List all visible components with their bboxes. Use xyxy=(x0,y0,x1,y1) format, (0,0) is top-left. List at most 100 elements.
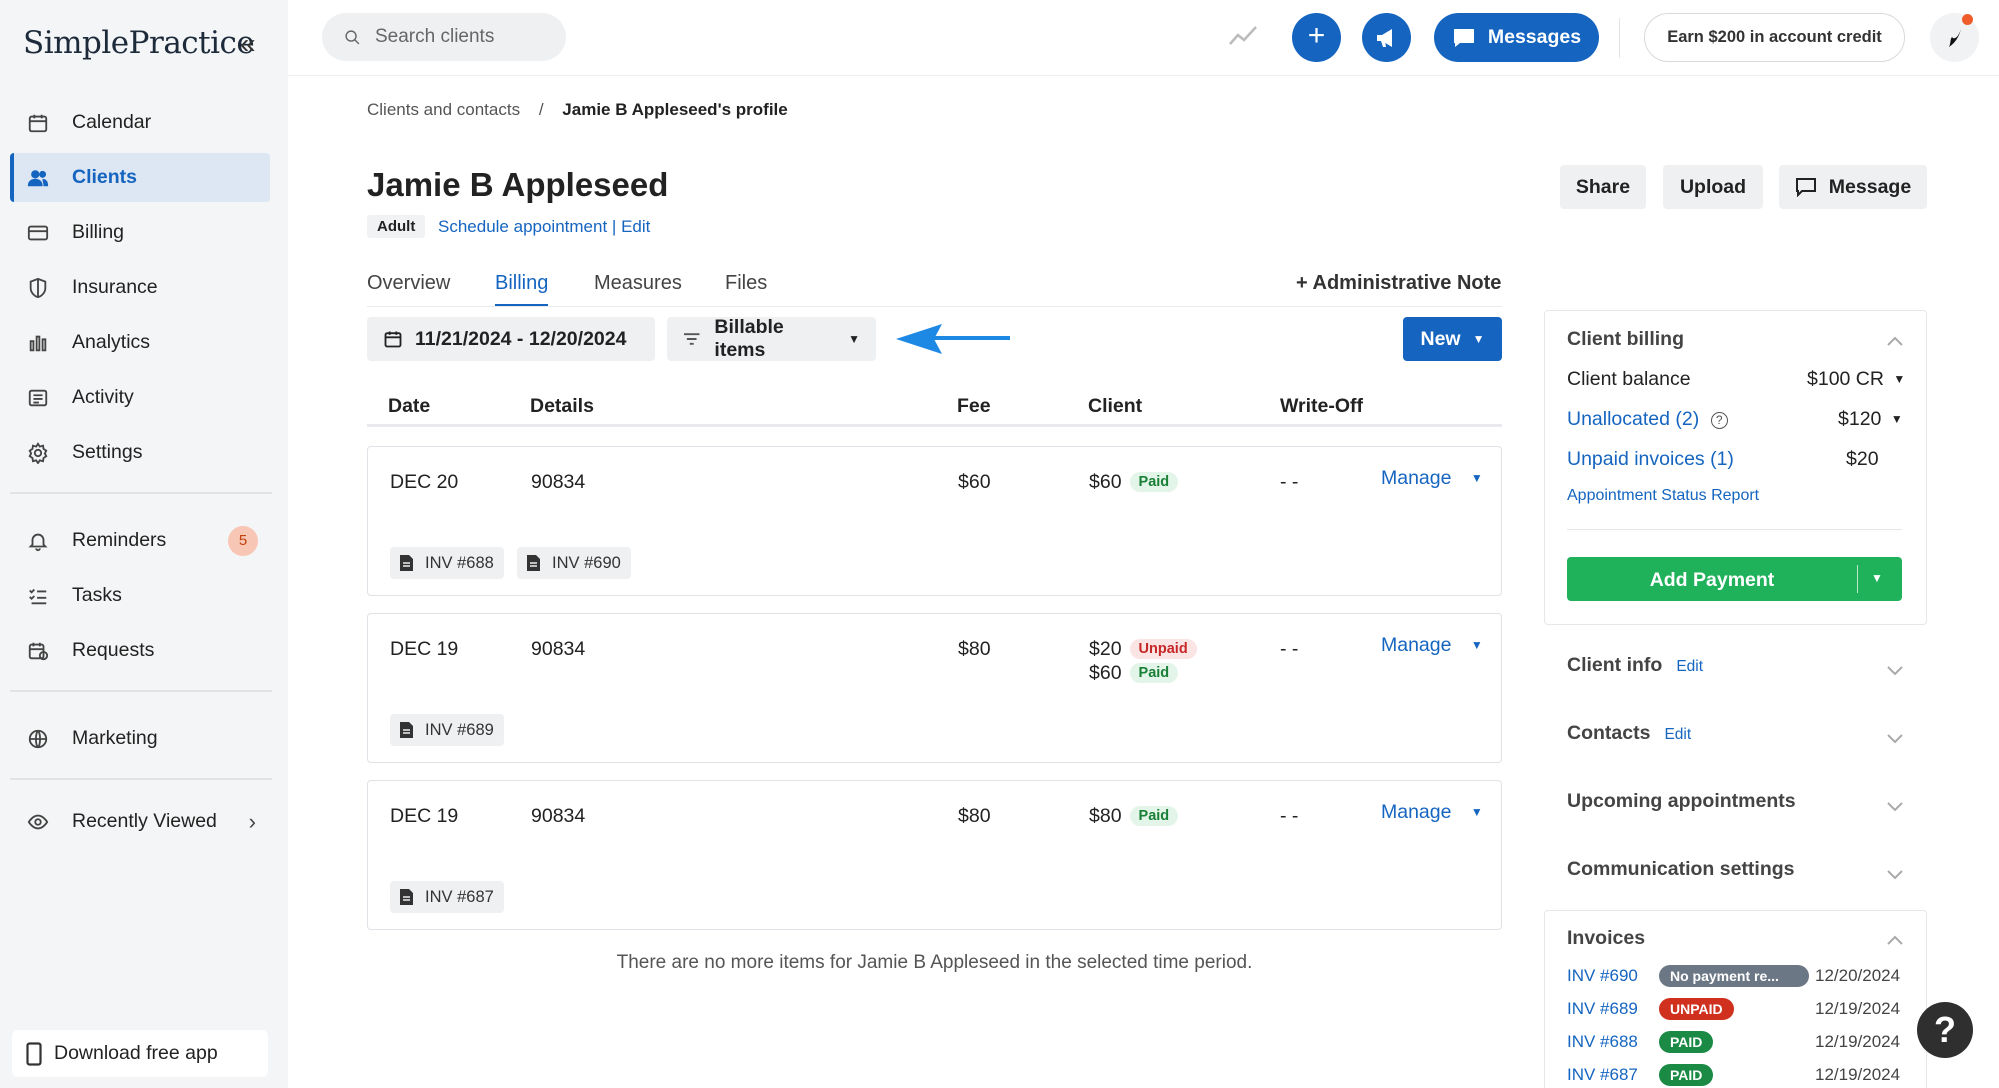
invoice-chip[interactable]: INV #688 xyxy=(390,547,504,579)
topbar-divider xyxy=(1619,18,1620,58)
billable-items-filter[interactable]: Billable items ▼ xyxy=(667,316,876,361)
sidebar-item-requests[interactable]: Requests xyxy=(10,626,270,675)
status-badge: Paid xyxy=(1129,663,1179,683)
upcoming-appointments-section[interactable]: Upcoming appointments xyxy=(1567,790,1796,813)
chevron-down-icon[interactable] xyxy=(1887,728,1903,744)
unpaid-invoices-link[interactable]: Unpaid invoices (1) xyxy=(1567,448,1734,471)
unallocated-link[interactable]: Unallocated (2) ? xyxy=(1567,408,1728,431)
document-icon xyxy=(400,555,413,571)
breadcrumb-parent-link[interactable]: Clients and contacts xyxy=(367,100,520,119)
unallocated-amount: $120 xyxy=(1838,408,1882,430)
document-icon xyxy=(400,889,413,905)
share-button[interactable]: Share xyxy=(1560,165,1646,209)
invoice-link[interactable]: INV #687 xyxy=(1567,1065,1638,1085)
manage-label: Manage xyxy=(1381,801,1452,823)
reminders-count-badge: 5 xyxy=(228,525,258,556)
edit-contacts-link[interactable]: Edit xyxy=(1664,726,1691,743)
add-new-button[interactable]: + xyxy=(1292,13,1341,62)
sidebar-item-clients[interactable]: Clients xyxy=(10,153,270,202)
search-input[interactable]: Search clients xyxy=(322,13,566,61)
sidebar-item-label: Reminders xyxy=(72,529,167,551)
message-label: Message xyxy=(1828,175,1912,198)
schedule-appointment-link[interactable]: Schedule appointment xyxy=(438,217,607,236)
chevron-up-icon[interactable] xyxy=(1887,929,1903,945)
breadcrumb-current: Jamie B Appleseed's profile xyxy=(562,100,788,119)
top-bar: Search clients + Messages Earn $200 in a… xyxy=(288,0,1999,76)
sidebar-item-calendar[interactable]: Calendar xyxy=(10,98,270,147)
column-header-date: Date xyxy=(388,395,431,417)
chevron-down-icon[interactable] xyxy=(1887,796,1903,812)
unpaid-invoices-value: $20 xyxy=(1846,448,1879,470)
help-button[interactable]: ? xyxy=(1917,1002,1973,1058)
chevron-down-icon[interactable] xyxy=(1887,864,1903,880)
sidebar-item-activity[interactable]: Activity xyxy=(10,373,270,422)
sidebar-item-recently-viewed[interactable]: Recently Viewed › xyxy=(10,797,270,846)
tab-overview[interactable]: Overview xyxy=(367,272,450,295)
table-header-divider xyxy=(367,424,1502,427)
invoices-title: Invoices xyxy=(1567,927,1646,949)
brand-logo[interactable]: SimplePractice xyxy=(23,25,255,61)
client-balance-value[interactable]: $100 CR ▼ xyxy=(1807,368,1905,391)
invoice-status-badge: PAID xyxy=(1659,1031,1714,1053)
upload-button[interactable]: Upload xyxy=(1663,165,1763,209)
invoice-chip[interactable]: INV #689 xyxy=(390,714,504,746)
sidebar-item-label: Requests xyxy=(72,639,155,661)
administrative-note-button[interactable]: + Administrative Note xyxy=(1296,272,1501,295)
edit-client-info-link[interactable]: Edit xyxy=(1676,658,1703,675)
tab-files[interactable]: Files xyxy=(725,272,767,295)
sidebar-item-label: Recently Viewed xyxy=(72,810,217,832)
column-header-fee: Fee xyxy=(957,395,991,417)
message-button[interactable]: Message xyxy=(1779,165,1927,209)
tasks-icon xyxy=(26,584,50,608)
manage-dropdown[interactable]: Manage ▼ xyxy=(1381,467,1483,490)
sidebar-item-analytics[interactable]: Analytics xyxy=(10,318,270,367)
sidebar-item-tasks[interactable]: Tasks xyxy=(10,571,270,620)
earn-credit-button[interactable]: Earn $200 in account credit xyxy=(1644,13,1905,62)
invoice-date: 12/19/2024 xyxy=(1815,999,1901,1018)
unallocated-value[interactable]: $120 ▼ xyxy=(1838,408,1903,431)
appointment-status-report-link[interactable]: Appointment Status Report xyxy=(1567,487,1759,505)
invoice-link[interactable]: INV #690 xyxy=(1567,966,1638,986)
sidebar-item-label: Tasks xyxy=(72,584,122,606)
new-button[interactable]: New ▼ xyxy=(1403,317,1502,361)
date-range-picker[interactable]: 11/21/2024 - 12/20/2024 xyxy=(367,317,655,361)
manage-dropdown[interactable]: Manage ▼ xyxy=(1381,801,1483,824)
sidebar-item-label: Calendar xyxy=(72,111,152,133)
help-circle-icon[interactable]: ? xyxy=(1710,411,1728,429)
invoice-chip[interactable]: INV #690 xyxy=(517,547,631,579)
edit-client-link[interactable]: Edit xyxy=(621,217,650,236)
sidebar-item-billing[interactable]: Billing xyxy=(10,208,270,257)
table-row: DEC 20 90834 $60 $60 Paid - - Manage ▼ IN… xyxy=(367,446,1502,596)
manage-dropdown[interactable]: Manage ▼ xyxy=(1381,634,1483,657)
contacts-section[interactable]: Contacts Edit xyxy=(1567,722,1691,745)
communication-settings-section[interactable]: Communication settings xyxy=(1567,858,1795,881)
invoice-chip[interactable]: INV #687 xyxy=(390,881,504,913)
announcements-button[interactable] xyxy=(1362,13,1411,62)
chevron-down-icon[interactable] xyxy=(1887,660,1903,676)
add-payment-button[interactable]: Add Payment ▼ xyxy=(1567,557,1902,601)
invoice-link[interactable]: INV #688 xyxy=(1567,1032,1638,1052)
globe-icon xyxy=(26,727,50,751)
caret-down-icon[interactable]: ▼ xyxy=(1871,571,1883,585)
trend-chart-icon[interactable] xyxy=(1228,22,1258,56)
sidebar-item-settings[interactable]: Settings xyxy=(10,428,270,477)
collapse-sidebar-icon[interactable]: « xyxy=(240,28,256,60)
messages-button[interactable]: Messages xyxy=(1434,13,1599,62)
chevron-up-icon[interactable] xyxy=(1887,330,1903,346)
sidebar-item-label: Analytics xyxy=(72,331,151,353)
sidebar-item-reminders[interactable]: Reminders 5 xyxy=(10,516,270,565)
client-info-section[interactable]: Client info Edit xyxy=(1567,654,1703,677)
sidebar-item-marketing[interactable]: Marketing xyxy=(10,714,270,763)
client-type-badge: Adult xyxy=(367,215,426,238)
tab-billing[interactable]: Billing xyxy=(495,272,549,307)
empty-state-message: There are no more items for Jamie B Appl… xyxy=(616,952,1253,973)
download-app-button[interactable]: Download free app xyxy=(12,1030,268,1077)
invoice-chip-label: INV #688 xyxy=(425,553,494,572)
tab-measures[interactable]: Measures xyxy=(594,272,682,295)
row-date: DEC 20 xyxy=(390,471,459,493)
invoice-status-badge: UNPAID xyxy=(1659,998,1734,1020)
invoice-link[interactable]: INV #689 xyxy=(1567,999,1638,1019)
status-badge: Paid xyxy=(1129,472,1179,492)
sidebar-divider xyxy=(10,778,272,780)
sidebar-item-insurance[interactable]: Insurance xyxy=(10,263,270,312)
